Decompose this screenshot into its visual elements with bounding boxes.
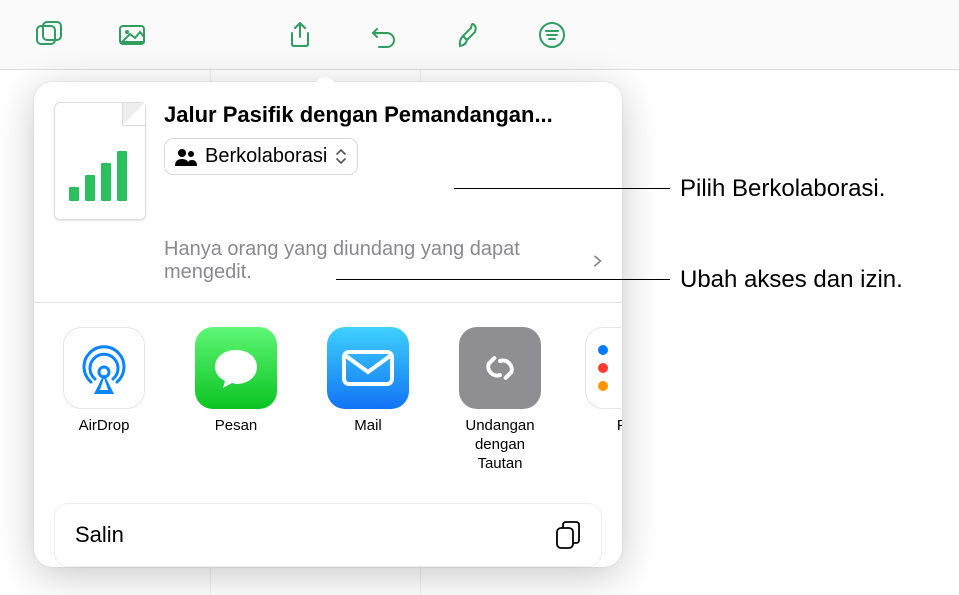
callout-line <box>454 188 670 189</box>
add-shape-button[interactable] <box>8 8 88 62</box>
app-label: Pesan <box>215 417 258 436</box>
app-airdrop[interactable]: AirDrop <box>58 327 150 473</box>
link-icon <box>459 327 541 409</box>
chevron-updown-icon <box>335 148 347 165</box>
undo-button[interactable] <box>344 8 424 62</box>
media-button[interactable] <box>92 8 172 62</box>
document-thumbnail <box>54 102 146 220</box>
more-button[interactable] <box>512 8 592 62</box>
app-label: AirDrop <box>79 417 130 436</box>
share-button[interactable] <box>260 8 340 62</box>
mail-icon <box>327 327 409 409</box>
toolbar <box>0 0 959 70</box>
app-reminders[interactable]: Pe <box>580 327 622 473</box>
app-mail[interactable]: Mail <box>322 327 414 473</box>
app-label: Undangan dengan Tautan <box>454 417 546 473</box>
collaborate-label: Berkolaborasi <box>205 145 327 168</box>
popover-pointer <box>314 72 338 86</box>
callout-permission: Ubah akses dan izin. <box>680 266 903 294</box>
copy-action[interactable]: Salin <box>54 503 602 567</box>
callout-collab: Pilih Berkolaborasi. <box>680 175 885 203</box>
people-icon <box>175 148 197 166</box>
app-invite-link[interactable]: Undangan dengan Tautan <box>454 327 546 473</box>
reminders-icon <box>585 327 622 409</box>
document-title: Jalur Pasifik dengan Pemandangan... <box>164 102 602 128</box>
permission-text: Hanya orang yang diundang yang dapat men… <box>164 238 587 284</box>
messages-icon <box>195 327 277 409</box>
copy-icon <box>555 520 581 550</box>
share-popover: Jalur Pasifik dengan Pemandangan... Berk… <box>34 82 622 567</box>
copy-label: Salin <box>75 522 124 548</box>
chevron-right-icon <box>593 254 602 268</box>
collaborate-dropdown[interactable]: Berkolaborasi <box>164 138 358 175</box>
airdrop-icon <box>63 327 145 409</box>
app-label: Mail <box>354 417 382 436</box>
app-messages[interactable]: Pesan <box>190 327 282 473</box>
app-label: Pe <box>617 417 622 436</box>
format-brush-button[interactable] <box>428 8 508 62</box>
callout-line <box>336 279 670 280</box>
permission-settings-link[interactable]: Hanya orang yang diundang yang dapat men… <box>34 234 622 302</box>
share-apps-row: AirDrop Pesan Mail <box>34 303 622 485</box>
